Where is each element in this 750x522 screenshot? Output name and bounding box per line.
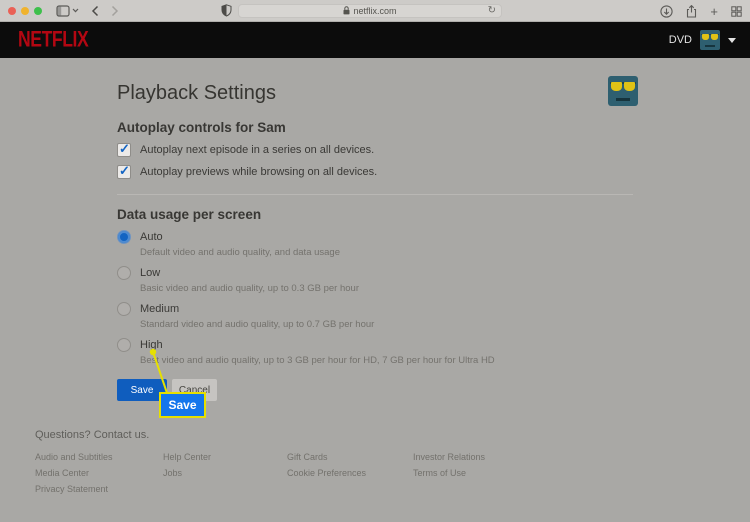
annotation-callout: Save: [159, 392, 206, 418]
avatar-mouth: [616, 98, 630, 101]
playback-settings-panel: Playback Settings Autoplay controls for …: [117, 58, 633, 401]
radio-auto[interactable]: [117, 230, 131, 244]
footer-column-1: Audio and Subtitles Media Center Privacy…: [35, 453, 113, 501]
radio-description: Standard video and audio quality, up to …: [140, 319, 633, 330]
lock-icon: [343, 6, 350, 15]
radio-description: Best video and audio quality, up to 3 GB…: [140, 355, 633, 366]
dvd-link[interactable]: DVD: [669, 34, 692, 46]
data-usage-option-auto[interactable]: Auto Default video and audio quality, an…: [117, 230, 633, 258]
radio-low[interactable]: [117, 266, 131, 280]
sidebar-chevron-down-icon[interactable]: [72, 8, 79, 13]
data-usage-option-high[interactable]: High Best video and audio quality, up to…: [117, 338, 633, 366]
check-icon: ✓: [119, 141, 130, 157]
data-usage-section-heading: Data usage per screen: [117, 207, 633, 222]
radio-medium[interactable]: [117, 302, 131, 316]
footer-column-4: Investor Relations Terms of Use: [413, 453, 485, 485]
tab-overview-icon[interactable]: [731, 6, 742, 17]
new-tab-icon[interactable]: +: [710, 5, 718, 18]
radio-description: Default video and audio quality, and dat…: [140, 247, 633, 258]
sunglasses-lens-right: [624, 82, 635, 91]
footer-column-3: Gift Cards Cookie Preferences: [287, 453, 366, 485]
autoplay-next-episode-row[interactable]: ✓ Autoplay next episode in a series on a…: [117, 143, 633, 157]
contact-us-link[interactable]: Questions? Contact us.: [35, 429, 149, 441]
forward-button[interactable]: [111, 5, 119, 17]
footer-column-2: Help Center Jobs: [163, 453, 211, 485]
footer-link-help-center[interactable]: Help Center: [163, 453, 211, 462]
footer-link-investor-relations[interactable]: Investor Relations: [413, 453, 485, 462]
autoplay-next-episode-checkbox[interactable]: ✓: [117, 143, 131, 157]
footer-link-audio-and-subtitles[interactable]: Audio and Subtitles: [35, 453, 113, 462]
browser-toolbar: netflix.com ↻ +: [0, 0, 750, 22]
sidebar-icon[interactable]: [56, 5, 70, 17]
footer-link-jobs[interactable]: Jobs: [163, 469, 211, 478]
page-title: Playback Settings: [117, 82, 633, 105]
footer-link-terms-of-use[interactable]: Terms of Use: [413, 469, 485, 478]
radio-label: Low: [140, 267, 160, 279]
close-window-button[interactable]: [8, 7, 16, 15]
radio-label: Auto: [140, 231, 163, 243]
sunglasses-lens-right: [711, 34, 718, 40]
profile-avatar[interactable]: [700, 30, 720, 50]
autoplay-section-heading: Autoplay controls for Sam: [117, 120, 633, 135]
radio-label: Medium: [140, 303, 179, 315]
downloads-icon[interactable]: [660, 5, 673, 18]
footer-link-cookie-preferences[interactable]: Cookie Preferences: [287, 469, 366, 478]
netflix-logo[interactable]: NETFLIX: [18, 27, 88, 53]
data-usage-option-medium[interactable]: Medium Standard video and audio quality,…: [117, 302, 633, 330]
reload-icon[interactable]: ↻: [488, 5, 496, 16]
netflix-header: NETFLIX DVD: [0, 22, 750, 58]
checkbox-label: Autoplay next episode in a series on all…: [140, 144, 374, 156]
zoom-window-button[interactable]: [34, 7, 42, 15]
window-controls: [8, 7, 42, 15]
radio-description: Basic video and audio quality, up to 0.3…: [140, 283, 633, 294]
autoplay-previews-row[interactable]: ✓ Autoplay previews while browsing on al…: [117, 165, 633, 179]
profile-thumbnail: [608, 76, 638, 106]
url-text: netflix.com: [353, 6, 396, 16]
section-divider: [117, 194, 633, 195]
data-usage-option-low[interactable]: Low Basic video and audio quality, up to…: [117, 266, 633, 294]
minimize-window-button[interactable]: [21, 7, 29, 15]
footer-link-media-center[interactable]: Media Center: [35, 469, 113, 478]
profile-caret-down-icon[interactable]: [728, 38, 736, 43]
address-bar[interactable]: netflix.com ↻: [238, 4, 502, 18]
footer-link-privacy-statement[interactable]: Privacy Statement: [35, 485, 113, 494]
footer-link-gift-cards[interactable]: Gift Cards: [287, 453, 366, 462]
check-icon: ✓: [119, 163, 130, 179]
sunglasses-lens-left: [702, 34, 709, 40]
privacy-shield-icon[interactable]: [221, 4, 232, 17]
back-button[interactable]: [91, 5, 99, 17]
sunglasses-lens-left: [611, 82, 622, 91]
autoplay-previews-checkbox[interactable]: ✓: [117, 165, 131, 179]
checkbox-label: Autoplay previews while browsing on all …: [140, 166, 377, 178]
avatar-mouth: [705, 45, 715, 47]
radio-high[interactable]: [117, 338, 131, 352]
share-icon[interactable]: [686, 5, 697, 18]
radio-label: High: [140, 339, 163, 351]
